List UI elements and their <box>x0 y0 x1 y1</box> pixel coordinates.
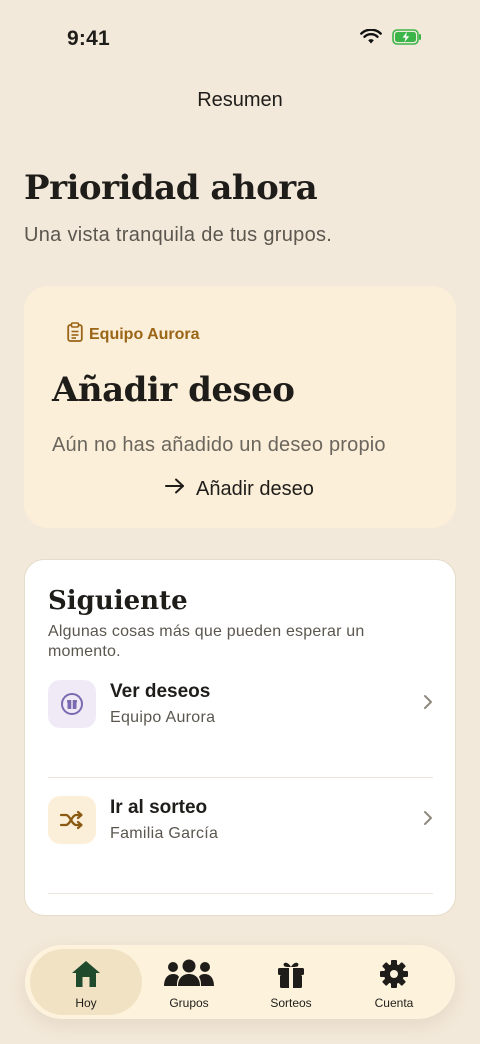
chevron-right-icon <box>423 810 433 831</box>
nav-title: Resumen <box>197 89 283 111</box>
home-icon <box>30 959 142 989</box>
list-item-subtitle: Familia García <box>110 825 219 842</box>
next-card: Siguiente Algunas cosas más que pueden e… <box>24 559 456 916</box>
list-item-go-to-draw[interactable]: Ir al sorteo Familia García <box>48 778 433 894</box>
tab-cuenta[interactable]: Cuenta <box>338 949 450 1015</box>
users-icon <box>133 959 245 987</box>
group-tag: Equipo Aurora <box>67 322 200 347</box>
wifi-icon <box>360 28 382 50</box>
page-subtitle: Una vista tranquila de tus grupos. <box>24 224 333 246</box>
group-tag-label: Equipo Aurora <box>89 325 200 343</box>
status-bar: 9:41 <box>0 0 480 78</box>
list-item-title: Ir al sorteo <box>110 797 208 818</box>
tab-grupos[interactable]: Grupos <box>133 949 245 1015</box>
arrow-right-icon <box>164 477 186 501</box>
page-title: Prioridad ahora <box>24 168 318 208</box>
status-time: 9:41 <box>67 27 110 50</box>
priority-description: Aún no has añadido un deseo propio <box>52 434 386 456</box>
list-item-view-wishes[interactable]: Ver deseos Equipo Aurora <box>48 662 433 778</box>
tab-hoy[interactable]: Hoy <box>30 949 142 1015</box>
tab-label: Sorteos <box>270 996 312 1010</box>
add-wish-label: Añadir deseo <box>196 477 314 500</box>
next-title: Siguiente <box>48 586 188 616</box>
priority-title: Añadir deseo <box>52 370 295 410</box>
tab-label: Hoy <box>75 996 97 1010</box>
gift-circle-icon <box>48 680 96 728</box>
chevron-right-icon <box>423 694 433 715</box>
status-icons <box>360 28 422 50</box>
tab-sorteos[interactable]: Sorteos <box>235 949 347 1015</box>
add-wish-button[interactable]: Añadir deseo <box>164 477 314 501</box>
tab-label: Cuenta <box>374 996 414 1010</box>
priority-card: Equipo Aurora Añadir deseo Aún no has añ… <box>24 286 456 528</box>
shuffle-icon <box>48 796 96 844</box>
list-item-subtitle: Equipo Aurora <box>110 709 216 726</box>
gear-icon <box>338 959 450 989</box>
next-subtitle: Algunas cosas más que pueden esperar un … <box>48 623 365 660</box>
tab-bar: Hoy Grupos Sorteos Cuenta <box>25 945 455 1019</box>
battery-charging-icon <box>392 29 422 50</box>
tab-label: Grupos <box>169 996 209 1010</box>
clipboard-icon <box>67 322 83 347</box>
list-item-title: Ver deseos <box>110 681 211 702</box>
gift-icon <box>235 959 347 989</box>
